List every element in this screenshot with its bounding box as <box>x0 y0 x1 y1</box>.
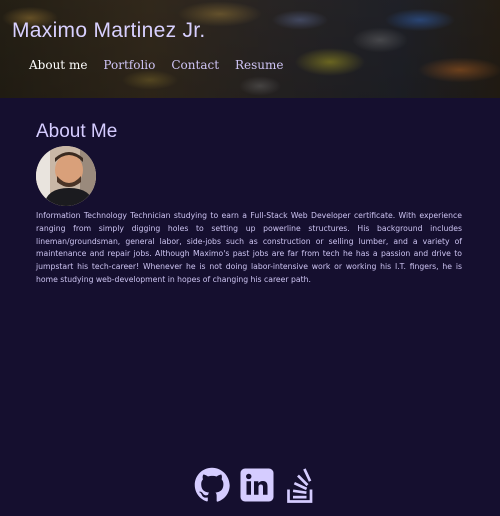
nav-portfolio[interactable]: Portfolio <box>103 58 155 72</box>
stackoverflow-link[interactable] <box>284 465 320 509</box>
site-title: Maximo Martinez Jr. <box>12 19 206 42</box>
avatar <box>36 146 96 206</box>
nav-resume[interactable]: Resume <box>235 58 284 72</box>
stackoverflow-icon <box>287 468 313 503</box>
about-heading: About Me <box>36 121 118 142</box>
social-links <box>194 465 320 509</box>
header-banner <box>0 0 500 98</box>
linkedin-link[interactable] <box>239 467 275 507</box>
nav-contact[interactable]: Contact <box>171 58 219 72</box>
github-link[interactable] <box>194 467 230 507</box>
github-icon <box>194 467 230 502</box>
linkedin-icon <box>240 468 274 502</box>
main-nav: About me Portfolio Contact Resume <box>29 58 284 72</box>
about-bio: Information Technology Technician studyi… <box>36 211 462 284</box>
nav-about[interactable]: About me <box>29 58 87 72</box>
